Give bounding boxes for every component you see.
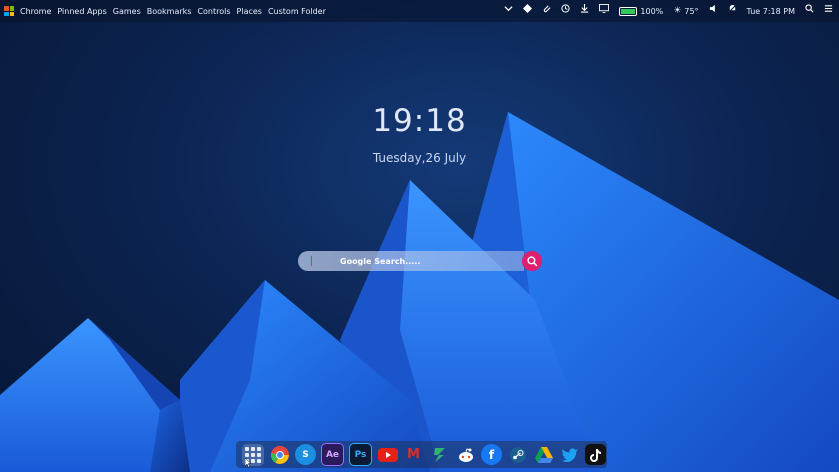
gmail-icon[interactable]: M	[403, 444, 424, 465]
battery-indicator[interactable]: 100%	[619, 6, 664, 16]
diamond-icon[interactable]	[523, 0, 533, 22]
zeplin-icon[interactable]	[429, 444, 450, 465]
menu-item-bookmarks[interactable]: Bookmarks	[147, 7, 192, 16]
volume-icon[interactable]	[709, 0, 718, 22]
weather-temp: 75°	[684, 6, 699, 16]
sun-icon: ☀	[673, 6, 682, 16]
menu-item-chrome[interactable]: Chrome	[20, 7, 51, 16]
weather-widget[interactable]: ☀ 75°	[673, 0, 698, 22]
menu-item-places[interactable]: Places	[237, 7, 262, 16]
paperclip-icon[interactable]	[542, 0, 551, 22]
after-effects-icon[interactable]: Ae	[321, 443, 344, 466]
clock-datetime[interactable]: Tue 7:18 PM	[747, 7, 795, 16]
clock-time: 19:18	[372, 103, 467, 139]
search-icon	[526, 255, 537, 266]
system-tray: 100% ☀ 75° Tue 7:18 PM	[504, 0, 833, 22]
menu-item-pinned-apps[interactable]: Pinned Apps	[57, 7, 106, 16]
menu-item-controls[interactable]: Controls	[197, 7, 230, 16]
windows-logo-icon[interactable]	[4, 6, 14, 16]
menu-icon[interactable]	[824, 0, 833, 22]
search-button[interactable]	[522, 251, 542, 271]
mouse-cursor-icon	[245, 458, 252, 468]
google-search-input[interactable]	[310, 251, 510, 271]
tiktok-icon[interactable]	[585, 444, 606, 465]
download-icon[interactable]	[580, 0, 589, 22]
dock: S Ae Ps M f	[236, 441, 607, 468]
google-search-bar[interactable]	[298, 251, 524, 271]
youtube-icon[interactable]	[377, 444, 398, 465]
top-menu-bar: Chrome Pinned Apps Games Bookmarks Contr…	[0, 0, 839, 22]
menu-item-games[interactable]: Games	[113, 7, 141, 16]
clock-date: Tuesday,26 July	[372, 151, 467, 165]
chrome-icon[interactable]	[269, 444, 290, 465]
history-icon[interactable]	[561, 0, 571, 22]
notification-off-icon[interactable]	[728, 0, 737, 22]
twitter-icon[interactable]	[559, 444, 580, 465]
search-icon[interactable]	[805, 0, 814, 22]
skype-icon[interactable]: S	[295, 444, 316, 465]
chevron-down-icon[interactable]	[504, 0, 513, 22]
wallpaper	[0, 112, 839, 472]
facebook-icon[interactable]: f	[481, 444, 502, 465]
steam-icon[interactable]	[507, 444, 528, 465]
battery-percent: 100%	[640, 6, 664, 16]
reddit-icon[interactable]	[455, 444, 476, 465]
monitor-icon[interactable]	[599, 0, 610, 22]
battery-icon	[619, 6, 638, 16]
menu-item-custom-folder[interactable]: Custom Folder	[268, 7, 326, 16]
photoshop-icon[interactable]: Ps	[349, 443, 372, 466]
google-drive-icon[interactable]	[533, 444, 554, 465]
